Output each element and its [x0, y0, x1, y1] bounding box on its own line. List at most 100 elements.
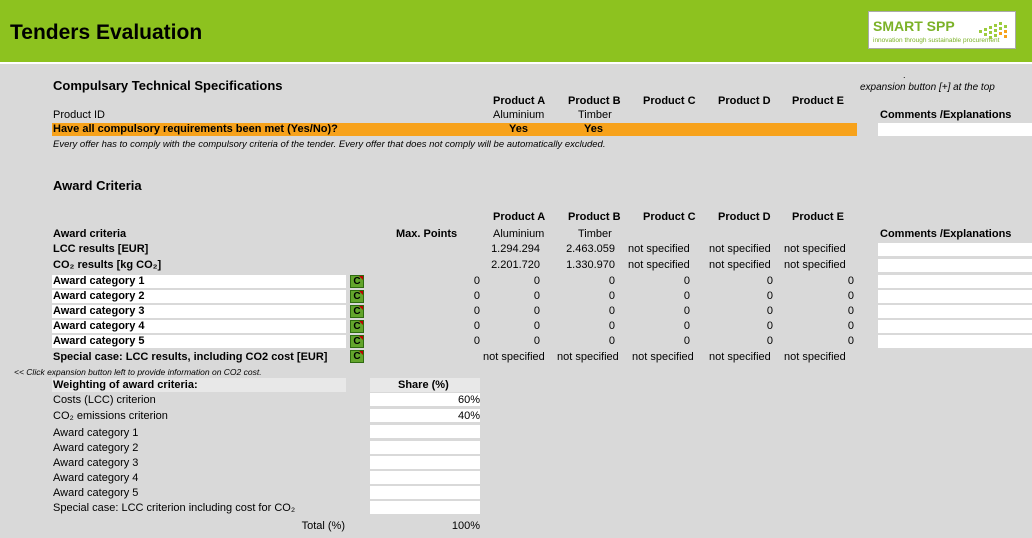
- expand-special-case-button[interactable]: C: [350, 350, 364, 363]
- expand-category-5-button[interactable]: C: [350, 335, 364, 348]
- cat1-d: 0: [766, 275, 773, 287]
- header-bar: Tenders Evaluation SMART SPP innovation …: [0, 0, 1032, 64]
- special-b: not specified: [557, 351, 619, 363]
- award-category-2-label[interactable]: Award category 2: [53, 290, 145, 302]
- total-label: Total (%): [301, 520, 345, 532]
- co2-value-e: not specified: [784, 259, 846, 271]
- expand-category-4-button[interactable]: C: [350, 320, 364, 333]
- special-e: not specified: [784, 351, 846, 363]
- lcc-value-a: 1.294.294: [491, 243, 540, 255]
- answer-product-b[interactable]: Yes: [584, 123, 603, 135]
- award-comment-field[interactable]: [878, 243, 1032, 256]
- share-input[interactable]: [370, 486, 480, 499]
- cat1-c: 0: [683, 275, 690, 287]
- max-points-header: Max. Points: [396, 228, 458, 240]
- co2-value-c: not specified: [628, 259, 690, 271]
- award-category-3-label[interactable]: Award category 3: [53, 305, 145, 317]
- cat2-e: 0: [847, 290, 854, 302]
- award-section-title: Award Criteria: [53, 178, 142, 193]
- cat3-b: 0: [608, 305, 615, 317]
- logo-text: SMART SPP: [873, 18, 955, 34]
- compulsory-comment-field[interactable]: [878, 123, 1032, 136]
- co2-value-b: 1.330.970: [566, 259, 615, 271]
- weighting-row-1-label: Costs (LCC) criterion: [53, 394, 156, 406]
- award-category-4-label[interactable]: Award category 4: [53, 320, 145, 332]
- share-header: Share (%): [398, 379, 449, 391]
- award-comment-field[interactable]: [878, 320, 1032, 333]
- cat4-b: 0: [608, 320, 615, 332]
- co2-value-a: 2.201.720: [491, 259, 540, 271]
- compulsory-product-d-header: Product D: [718, 95, 771, 107]
- share-input[interactable]: [370, 471, 480, 484]
- cat3-a: 0: [533, 305, 540, 317]
- compulsory-product-a-header: Product A: [493, 95, 546, 107]
- cat1-e: 0: [847, 275, 854, 287]
- cat2-c: 0: [683, 290, 690, 302]
- cat3-c: 0: [683, 305, 690, 317]
- expand-category-3-button[interactable]: C: [350, 305, 364, 318]
- award-category-1-label[interactable]: Award category 1: [53, 275, 145, 287]
- award-comment-field[interactable]: [878, 305, 1032, 318]
- award-product-c-header: Product C: [643, 211, 696, 223]
- award-comment-field[interactable]: [878, 335, 1032, 348]
- cat1-a: 0: [533, 275, 540, 287]
- award-criteria-header: Award criteria: [53, 228, 127, 240]
- product-id-b[interactable]: Timber: [578, 109, 612, 121]
- weighting-row-7-label: Award category 5: [53, 487, 139, 499]
- weighting-row-2-label: CO₂ emissions criterion: [53, 410, 168, 422]
- special-c: not specified: [632, 351, 694, 363]
- cat1-b: 0: [608, 275, 615, 287]
- compulsory-product-c-header: Product C: [643, 95, 696, 107]
- expand-category-1-button[interactable]: C: [350, 275, 364, 288]
- cat3-e: 0: [847, 305, 854, 317]
- cat5-e: 0: [847, 335, 854, 347]
- side-note: expansion button [+] at the top: [860, 82, 995, 93]
- award-product-a-header: Product A: [493, 211, 546, 223]
- share-input[interactable]: [370, 456, 480, 469]
- compulsory-section-title: Compulsary Technical Specifications: [53, 78, 283, 93]
- cat5-a: 0: [533, 335, 540, 347]
- share-input[interactable]: [370, 501, 480, 514]
- product-id-a[interactable]: Aluminium: [493, 109, 544, 121]
- expand-category-2-button[interactable]: C: [350, 290, 364, 303]
- special-d: not specified: [709, 351, 771, 363]
- award-comment-field[interactable]: [878, 290, 1032, 303]
- smart-spp-logo: SMART SPP innovation through sustainable…: [868, 11, 1016, 49]
- cat5-d: 0: [766, 335, 773, 347]
- cat5-c: 0: [683, 335, 690, 347]
- click-expansion-note: << Click expansion button left to provid…: [14, 367, 262, 377]
- cat2-b: 0: [608, 290, 615, 302]
- weighting-title: Weighting of award criteria:: [53, 379, 198, 391]
- cat4-e: 0: [847, 320, 854, 332]
- weighting-row-5-label: Award category 3: [53, 457, 139, 469]
- cat4-c: 0: [683, 320, 690, 332]
- special-case-label: Special case: LCC results, including CO2…: [53, 351, 328, 363]
- award-comment-field[interactable]: [878, 275, 1032, 288]
- compulsory-product-b-header: Product B: [568, 95, 621, 107]
- share-input[interactable]: [370, 425, 480, 438]
- cat2-a: 0: [533, 290, 540, 302]
- award-product-d-header: Product D: [718, 211, 771, 223]
- special-a: not specified: [483, 351, 545, 363]
- product-id-label: Product ID: [53, 109, 105, 121]
- cat2-d: 0: [766, 290, 773, 302]
- weighting-row-2-value[interactable]: 40%: [400, 410, 480, 422]
- compulsory-comments-header: Comments /Explanations: [880, 109, 1012, 121]
- cat4-d: 0: [766, 320, 773, 332]
- weighting-row-8-label: Special case: LCC criterion including co…: [53, 502, 296, 514]
- award-comments-header: Comments /Explanations: [880, 228, 1012, 240]
- total-value: 100%: [451, 520, 480, 532]
- co2-results-label: CO₂ results [kg CO₂]: [53, 259, 162, 271]
- page-title: Tenders Evaluation: [10, 21, 203, 44]
- award-product-e-header: Product E: [792, 211, 844, 223]
- compulsory-note: Every offer has to comply with the compu…: [53, 139, 606, 150]
- logo-dots-icon: [979, 22, 1007, 39]
- award-comment-field[interactable]: [878, 259, 1032, 272]
- lcc-value-b: 2.463.059: [566, 243, 615, 255]
- lcc-results-label: LCC results [EUR]: [53, 243, 149, 255]
- award-category-5-label[interactable]: Award category 5: [53, 335, 145, 347]
- weighting-row-4-label: Award category 2: [53, 442, 139, 454]
- answer-product-a[interactable]: Yes: [509, 123, 528, 135]
- share-input[interactable]: [370, 441, 480, 454]
- weighting-row-1-value[interactable]: 60%: [400, 394, 480, 406]
